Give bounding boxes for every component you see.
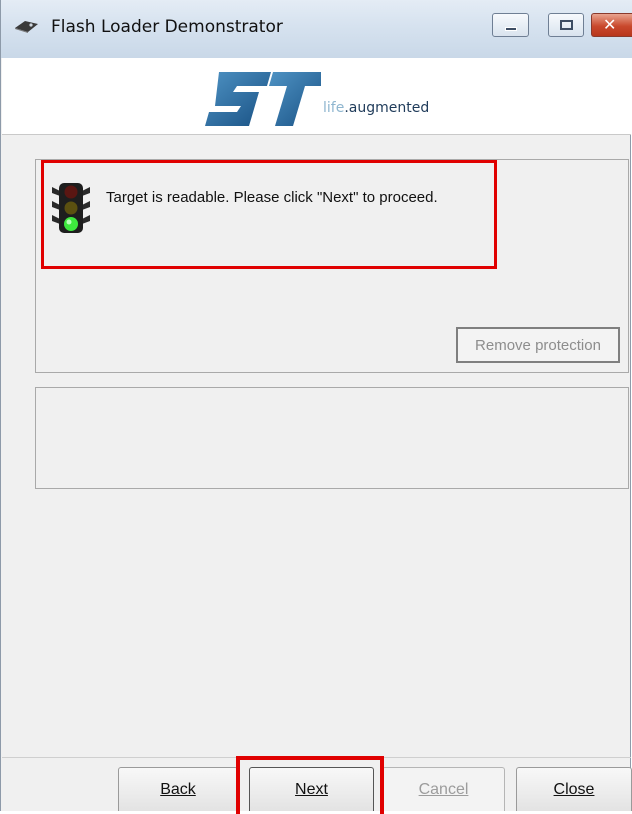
st-logo	[205, 72, 321, 126]
window-title: Flash Loader Demonstrator	[51, 17, 283, 37]
app-icon	[15, 21, 38, 33]
app-window: Flash Loader Demonstrator ✕ life.augment…	[0, 0, 632, 814]
close-window-button[interactable]: ✕	[591, 13, 632, 37]
minimize-icon	[505, 27, 517, 31]
close-icon: ✕	[603, 15, 617, 34]
title-bar[interactable]: Flash Loader Demonstrator ✕	[1, 0, 632, 58]
progress-group	[35, 387, 629, 489]
maximize-button[interactable]	[548, 13, 584, 37]
back-button[interactable]: Back	[118, 767, 238, 811]
close-button[interactable]: Close	[516, 767, 632, 811]
tagline: life.augmented	[323, 100, 430, 116]
message-highlight-box	[41, 160, 497, 269]
header-banner: life.augmented	[2, 58, 631, 135]
minimize-button[interactable]	[492, 13, 529, 37]
next-highlight-box	[236, 756, 384, 814]
remove-protection-button[interactable]: Remove protection	[456, 327, 620, 363]
maximize-icon	[560, 20, 573, 30]
cancel-button[interactable]: Cancel	[382, 767, 505, 811]
